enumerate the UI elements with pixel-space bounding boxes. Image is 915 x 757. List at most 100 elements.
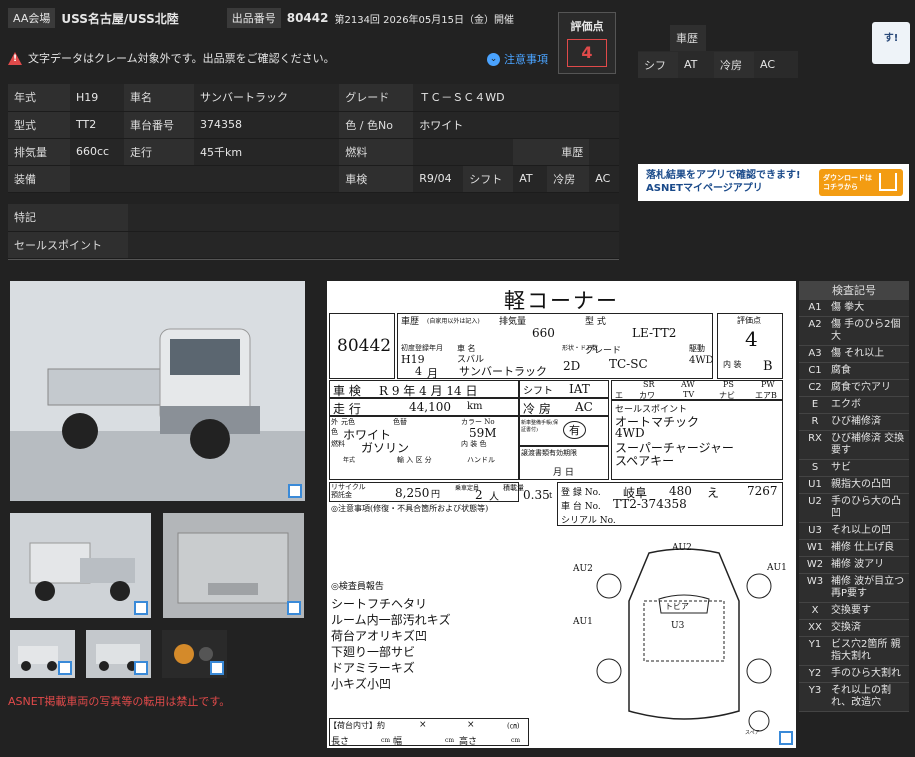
legend-desc: 交換済 xyxy=(831,622,861,633)
main-photo[interactable] xyxy=(10,281,305,501)
legend-item: W2 補修 波アリ xyxy=(799,557,909,574)
sheet-sales-line: 4WD xyxy=(615,426,645,440)
thumb-photo-5[interactable] xyxy=(162,630,227,678)
sheet-disp-v: 660 xyxy=(532,326,555,340)
shift-value: AT xyxy=(684,58,698,71)
spec-key: 燃料 xyxy=(339,138,414,166)
spec-key: 車名 xyxy=(124,84,194,112)
sheet-chassis-v: TT2-374358 xyxy=(613,497,687,511)
sheet-recycle-v: 8,250 xyxy=(395,486,430,500)
legend-item: U1 親指大の凸凹 xyxy=(799,477,909,494)
download-icon xyxy=(879,173,897,191)
sheet-reg-no-k: 登 録 No. xyxy=(561,488,601,498)
sheet-chassis-k: 車 台 No. xyxy=(561,502,601,512)
sheet-handle-k: ハンドル xyxy=(467,456,495,464)
sheet-color-changed: 色替 xyxy=(393,418,407,426)
sheet-color-no-v: 59M xyxy=(469,426,497,440)
legend-desc: エクボ xyxy=(831,399,861,410)
download-button[interactable]: ダウンロードは コチラから xyxy=(819,169,903,196)
legend-code: S xyxy=(811,462,819,473)
sheet-inspector-k: ◎検査員報告 xyxy=(331,582,384,592)
sheet-grade-k: グレード xyxy=(585,346,622,356)
truck-rear-photo xyxy=(10,513,151,618)
sheet-transfer-unit: 月 日 xyxy=(553,468,574,478)
expand-icon[interactable] xyxy=(58,661,72,675)
sheet-eq2: TV xyxy=(683,390,695,399)
expand-icon[interactable] xyxy=(287,601,301,615)
legend-item: Y2 手のひら大割れ xyxy=(799,666,909,683)
expand-icon[interactable] xyxy=(210,661,224,675)
thumb-photo-4[interactable] xyxy=(86,630,151,678)
spec-value xyxy=(413,138,514,166)
legend-item: Y3 それ以上の割れ、改造穴 xyxy=(799,683,909,712)
sheet-doors-v: 2D xyxy=(563,359,581,373)
chat-widget[interactable]: す! xyxy=(872,22,910,64)
history-key: 車歴 xyxy=(670,24,706,51)
legend-desc: 手のひら大割れ xyxy=(831,668,901,679)
sheet-width-k: 幅 xyxy=(393,737,403,747)
sheet-eq1: PS xyxy=(723,380,734,389)
score-label: 評価点 xyxy=(570,20,604,33)
spec-value: ＴＣ－ＳＣ４WD xyxy=(413,84,619,112)
chevron-down-icon: ⌄ xyxy=(487,52,500,66)
expand-icon[interactable] xyxy=(779,731,793,745)
legend-code: A3 xyxy=(808,348,822,359)
notice-link[interactable]: ⌄ 注意事項 xyxy=(487,51,548,67)
sheet-mileage-v: 44,100 xyxy=(409,400,451,414)
auction-sheet[interactable]: 軽コーナー 80442 車歴 (自家用以外は記入) 排気量 660 型 式 LE… xyxy=(327,281,796,748)
legend-code: A1 xyxy=(808,302,822,313)
sheet-ac-k: 冷 房 xyxy=(523,402,551,416)
spec-value: 660cc xyxy=(70,138,124,166)
spec-value: R9/04 xyxy=(413,165,464,193)
legend-desc: ひび補修済 交換要す xyxy=(831,433,905,456)
sheet-reg-month-unit: 月 xyxy=(427,367,438,380)
sheet-color-k1: 外 色 xyxy=(331,418,338,436)
spec-value: H19 xyxy=(70,84,124,112)
app-banner[interactable]: 落札結果をアプリで確認できます! ASNETマイページアプリ ダウンロードは コ… xyxy=(638,164,909,201)
sheet-grade-v: TC-SC xyxy=(609,357,648,371)
damage-label-tobia: トビア xyxy=(665,602,689,611)
sheet-manual-k: 新車整備手帳(保証書付) xyxy=(521,420,558,433)
damage-label-au1: AU1 xyxy=(573,617,593,627)
legend-desc: 補修 波アリ xyxy=(831,559,885,570)
thumb-photo-3[interactable] xyxy=(10,630,75,678)
thumb-photo-2[interactable] xyxy=(163,513,304,618)
spec-key: グレード xyxy=(339,84,414,112)
sheet-reg-no-v: 480 xyxy=(669,484,692,498)
spec-key: 車台番号 xyxy=(124,111,194,139)
sheet-ac-v: AC xyxy=(575,400,593,414)
sheet-name-v: サンバートラック xyxy=(459,365,547,378)
spec-value xyxy=(589,138,619,166)
sheet-len-k: 長さ xyxy=(331,737,350,747)
sheet-height-k: 高さ xyxy=(459,737,478,747)
spec-key: 型式 xyxy=(8,111,70,139)
sales-value xyxy=(128,231,619,259)
legend-code: U2 xyxy=(808,496,822,507)
sheet-reg-month: 4 xyxy=(415,365,422,378)
legend-code: Y3 xyxy=(808,685,822,696)
legend-desc: 腐食 xyxy=(831,365,851,376)
expand-icon[interactable] xyxy=(134,661,148,675)
sheet-reg-no-v: 7267 xyxy=(747,484,778,498)
session-info: 第2134回 2026年05月15日（金）開催 xyxy=(334,14,515,26)
sheet-score-k: 評価点 xyxy=(737,316,761,325)
sheet-import-k: 輸 入 区 分 xyxy=(397,456,432,464)
right-spec-panel: 車歴 シフ AT 冷房 AC xyxy=(638,24,798,78)
sheet-title: 軽コーナー xyxy=(504,289,619,313)
expand-icon[interactable] xyxy=(134,601,148,615)
expand-icon[interactable] xyxy=(288,484,302,498)
legend-code: Y1 xyxy=(808,639,822,650)
spec-key: シフト xyxy=(463,165,514,193)
sheet-mileage-k: 走 行 xyxy=(333,402,361,416)
spec-value: AT xyxy=(513,165,548,193)
legend-item: U3 それ以上の凹 xyxy=(799,523,909,540)
sheet-interior-color-k: 内 装 色 xyxy=(461,440,487,448)
sheet-fuel-v: ガソリン xyxy=(361,441,410,455)
legend-code: W3 xyxy=(806,576,824,587)
legend-item: W1 補修 仕上げ良 xyxy=(799,540,909,557)
thumb-photo-1[interactable] xyxy=(10,513,151,618)
spec-key: 冷房 xyxy=(547,165,590,193)
sheet-caution-k: ◎注意事項(修復・不具合箇所および状態等) xyxy=(331,504,489,513)
sheet-serial-k: シリアル No. xyxy=(561,516,616,526)
spec-key: 排気量 xyxy=(8,138,70,166)
